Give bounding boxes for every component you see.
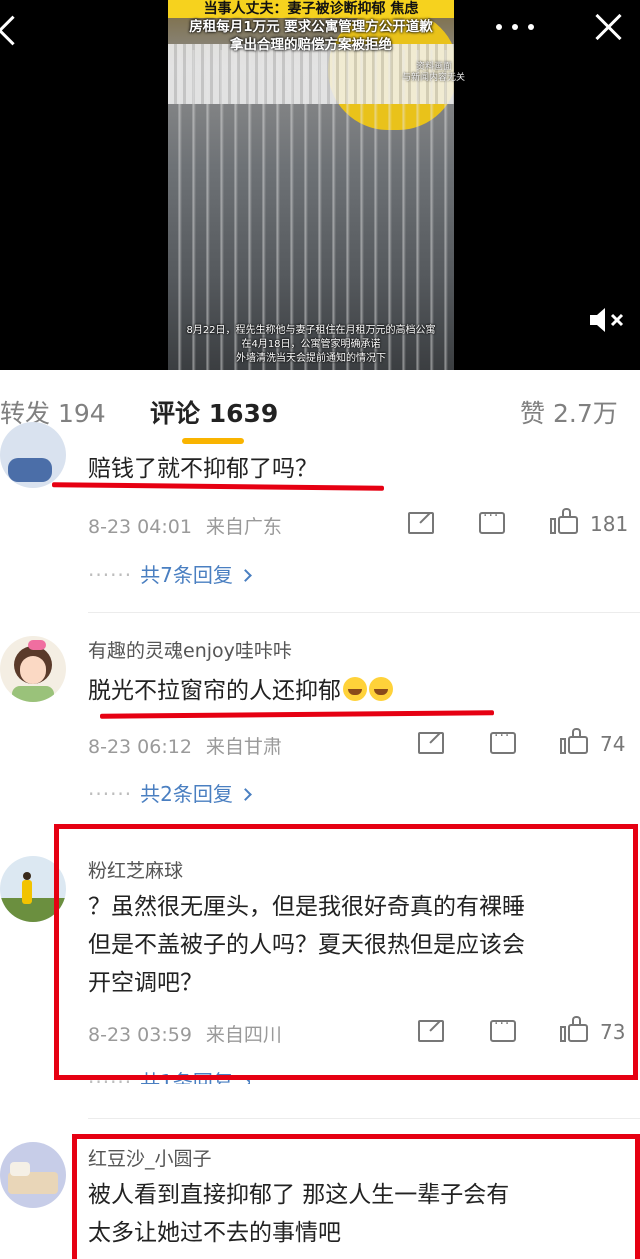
- back-icon[interactable]: [0, 8, 30, 52]
- mute-icon[interactable]: [588, 305, 628, 335]
- thumbs-up-icon[interactable]: [550, 508, 578, 534]
- video-headline-top: 当事人丈夫：妻子被诊断抑郁 焦虑: [168, 0, 454, 18]
- video-source-note-1: 资料画面: [416, 62, 453, 72]
- comment-location: 来自甘肃: [205, 736, 282, 758]
- view-replies-link[interactable]: ······ 共7条回复: [88, 559, 252, 588]
- red-box-annotation: [72, 1134, 640, 1259]
- video-player[interactable]: 当事人丈夫：妻子被诊断抑郁 焦虑 房租每月1万元 要求公寓管理方公开道歉 拿出合…: [0, 0, 640, 370]
- like-count: 74: [600, 732, 626, 756]
- video-source-note: 资料画面 与新闻内容无关: [402, 62, 465, 84]
- comment-item: 赔钱了就不抑郁了吗？ 8-23 04:01来自广东 181 ······共7条回…: [0, 422, 640, 600]
- more-icon[interactable]: [492, 14, 540, 38]
- like-count: 181: [590, 512, 629, 536]
- drips-image-detail: [168, 50, 454, 370]
- video-frame: [168, 0, 454, 370]
- divider: [88, 612, 640, 613]
- chevron-right-icon: [239, 569, 252, 582]
- divider: [88, 1118, 640, 1119]
- video-caption: 8月22日，程先生称他与妻子租住在月租万元的高档公寓 在4月18日，公寓管家明确…: [168, 324, 454, 366]
- avatar[interactable]: [0, 422, 66, 488]
- video-caption-2: 在4月18日，公寓管家明确承诺: [241, 339, 381, 350]
- laugh-cry-emoji-icon: [343, 677, 367, 701]
- tab-like-count: 2.7万: [552, 399, 618, 428]
- tab-bar: 转发 194 评论 1639 赞 2.7万: [0, 370, 640, 450]
- red-box-annotation: [54, 824, 638, 1080]
- red-underline-annotation: [99, 710, 495, 719]
- tab-like-label: 赞: [520, 399, 546, 428]
- comment-item: 有趣的灵魂enjoy哇咔咔 脱光不拉窗帘的人还抑郁 8-23 06:12 来自甘肃…: [0, 630, 640, 820]
- comment-icon[interactable]: [479, 508, 505, 534]
- dots-icon: ······: [88, 563, 133, 587]
- comment-date: 8-23 04:01: [88, 516, 192, 538]
- video-source-note-2: 与新闻内容无关: [402, 73, 466, 83]
- close-icon[interactable]: [592, 10, 626, 44]
- comment-icon[interactable]: [490, 728, 516, 754]
- tab-comment-label: 评论: [150, 399, 201, 428]
- video-headline-line2: 房租每月1万元 要求公寓管理方公开道歉: [189, 19, 433, 35]
- tab-repost[interactable]: 转发 194: [0, 394, 106, 430]
- video-caption-3: 外墙清洗当天会提前通知的情况下: [236, 353, 386, 364]
- share-icon[interactable]: [408, 512, 434, 534]
- thumbs-up-icon[interactable]: [560, 728, 588, 754]
- chevron-right-icon: [239, 788, 252, 801]
- comment-text: 脱光不拉窗帘的人还抑郁: [88, 678, 341, 704]
- comment-date: 8-23 06:12: [88, 736, 192, 758]
- comment-location: 来自广东: [205, 516, 282, 538]
- comment-text-wrap: 脱光不拉窗帘的人还抑郁: [88, 672, 393, 710]
- comment-meta: 8-23 04:01 来自广东: [88, 512, 282, 539]
- share-icon[interactable]: [418, 732, 444, 754]
- view-replies-link[interactable]: ······ 共2条回复: [88, 778, 252, 807]
- dots-icon: ······: [88, 782, 133, 806]
- red-underline-annotation: [51, 482, 385, 491]
- view-replies-label: 共7条回复: [140, 563, 233, 587]
- video-caption-1: 8月22日，程先生称他与妻子租住在月租万元的高档公寓: [186, 325, 436, 336]
- laugh-cry-emoji-icon: [369, 677, 393, 701]
- video-headline-line3: 拿出合理的赔偿方案被拒绝: [230, 37, 392, 53]
- tab-like[interactable]: 赞 2.7万: [520, 394, 618, 430]
- comment-meta: 8-23 06:12 来自甘肃: [88, 732, 282, 759]
- avatar[interactable]: [0, 636, 66, 702]
- active-tab-indicator: [182, 438, 244, 444]
- tab-comment[interactable]: 评论 1639: [150, 394, 278, 430]
- video-headline: 当事人丈夫：妻子被诊断抑郁 焦虑 房租每月1万元 要求公寓管理方公开道歉 拿出合…: [168, 0, 454, 54]
- comment-username[interactable]: 有趣的灵魂enjoy哇咔咔: [88, 636, 292, 663]
- view-replies-label: 共2条回复: [140, 782, 233, 806]
- tab-repost-count: 194: [57, 399, 106, 428]
- avatar[interactable]: [0, 1142, 66, 1208]
- tab-comment-count: 1639: [208, 399, 279, 428]
